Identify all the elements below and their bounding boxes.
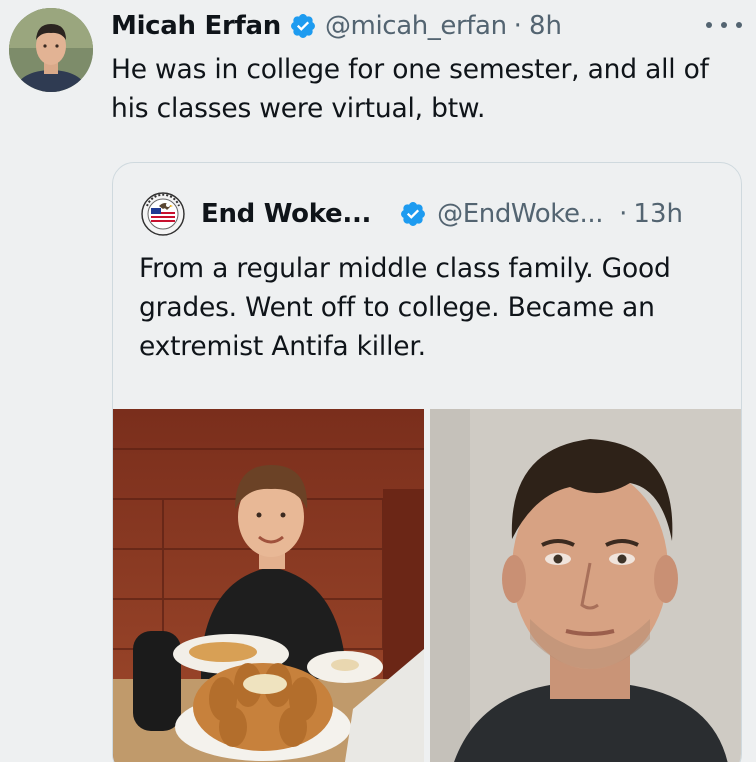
media-photo-right[interactable] [430, 409, 741, 762]
author-avatar[interactable] [9, 8, 93, 92]
tweet-header: Micah Erfan @micah_erfan · 8h [111, 6, 562, 46]
separator-dot: · [619, 199, 628, 229]
media-photo-left[interactable] [113, 409, 424, 762]
tweet-text: He was in college for one semester, and … [111, 54, 709, 124]
quoted-author-avatar[interactable] [141, 192, 185, 236]
more-horizontal-icon [706, 22, 712, 28]
author-display-name[interactable]: Micah Erfan [111, 11, 281, 41]
quoted-author-handle[interactable]: @EndWoke... [437, 199, 603, 229]
quoted-tweet-timestamp[interactable]: 13h [633, 199, 683, 229]
quoted-tweet-text: From a regular middle class family. Good… [139, 253, 671, 362]
tweet-timestamp[interactable]: 8h [529, 11, 562, 41]
user-avatar-photo [9, 8, 93, 92]
photo-mugshot-man [430, 409, 741, 762]
photo-boy-at-restaurant [113, 409, 424, 762]
quoted-author-display-name[interactable]: End Woke... [201, 199, 371, 229]
eagle-badge-avatar [141, 192, 185, 236]
tweet-screenshot: Micah Erfan @micah_erfan · 8h He was in … [0, 0, 756, 762]
quoted-tweet-header: End Woke... @EndWoke... · 13h [141, 192, 683, 236]
verified-badge-icon [289, 12, 317, 40]
quoted-tweet-card[interactable]: End Woke... @EndWoke... · 13h From a reg… [112, 162, 742, 762]
separator-dot: · [513, 11, 522, 41]
verified-badge-icon [399, 200, 427, 228]
more-options-button[interactable] [706, 14, 742, 36]
quoted-tweet-media [113, 409, 741, 762]
author-handle[interactable]: @micah_erfan [325, 11, 507, 41]
